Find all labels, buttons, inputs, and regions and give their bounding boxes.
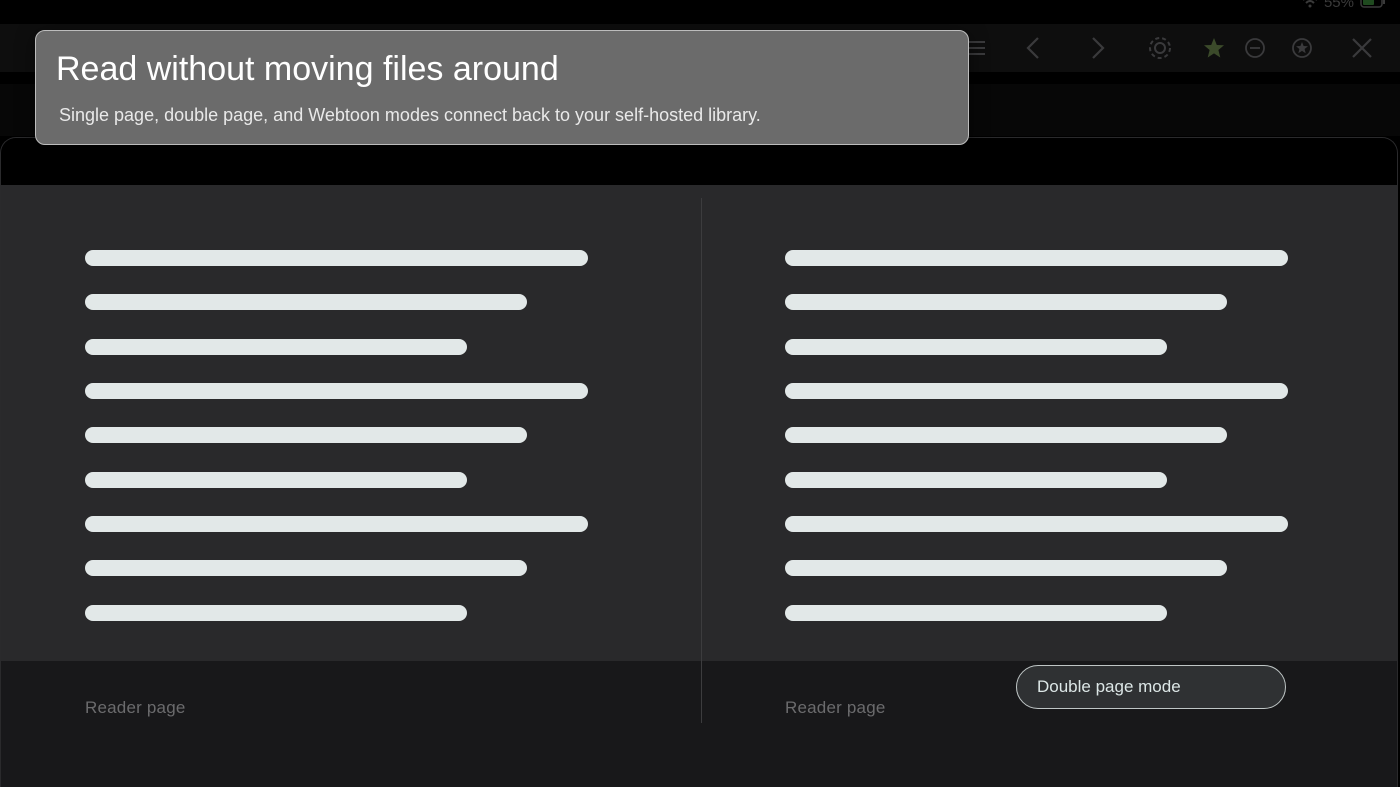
right-page-text-line (785, 383, 1288, 399)
battery-icon (1360, 0, 1386, 8)
left-page-text-line (85, 294, 527, 310)
gear-icon[interactable] (1140, 24, 1180, 72)
right-page-text-line (785, 560, 1227, 576)
page-spine-divider (701, 198, 702, 723)
right-page-text-line (785, 516, 1288, 532)
close-icon[interactable] (1342, 24, 1382, 72)
right-page-text-line (785, 472, 1167, 488)
left-page-text-line (85, 339, 467, 355)
bookmark-icon[interactable] (1282, 24, 1322, 72)
status-bar: 55% (1302, 0, 1386, 11)
star-icon[interactable] (1194, 24, 1234, 72)
right-page-text-line (785, 250, 1288, 266)
onboarding-tooltip: Read without moving files around Single … (35, 30, 969, 145)
app-screen: 55% Reader page Reader page Double page … (0, 0, 1400, 787)
right-page-text-line (785, 294, 1227, 310)
right-page-text-line (785, 339, 1167, 355)
reader-card-header (1, 138, 1397, 185)
wifi-icon (1302, 0, 1318, 8)
left-page-label: Reader page (85, 698, 186, 717)
battery-percentage: 55% (1323, 0, 1354, 11)
left-page-text-line (85, 383, 588, 399)
tooltip-subtitle: Single page, double page, and Webtoon mo… (59, 105, 761, 125)
chevron-left-icon[interactable] (1014, 24, 1054, 72)
chevron-right-icon[interactable] (1077, 24, 1117, 72)
left-page-text-line (85, 605, 467, 621)
tooltip-title: Read without moving files around (56, 50, 559, 88)
right-page-label: Reader page (785, 698, 886, 717)
zoom-out-icon[interactable] (1235, 24, 1275, 72)
left-page-text-line (85, 250, 588, 266)
reader-card: Reader page Reader page Double page mode (0, 137, 1398, 787)
right-page-text-line (785, 605, 1167, 621)
left-page-text-line (85, 516, 588, 532)
left-page-text-line (85, 560, 527, 576)
reading-mode-button[interactable]: Double page mode (1016, 665, 1286, 709)
left-page-text-line (85, 472, 467, 488)
left-page-text-line (85, 427, 527, 443)
right-page-text-line (785, 427, 1227, 443)
